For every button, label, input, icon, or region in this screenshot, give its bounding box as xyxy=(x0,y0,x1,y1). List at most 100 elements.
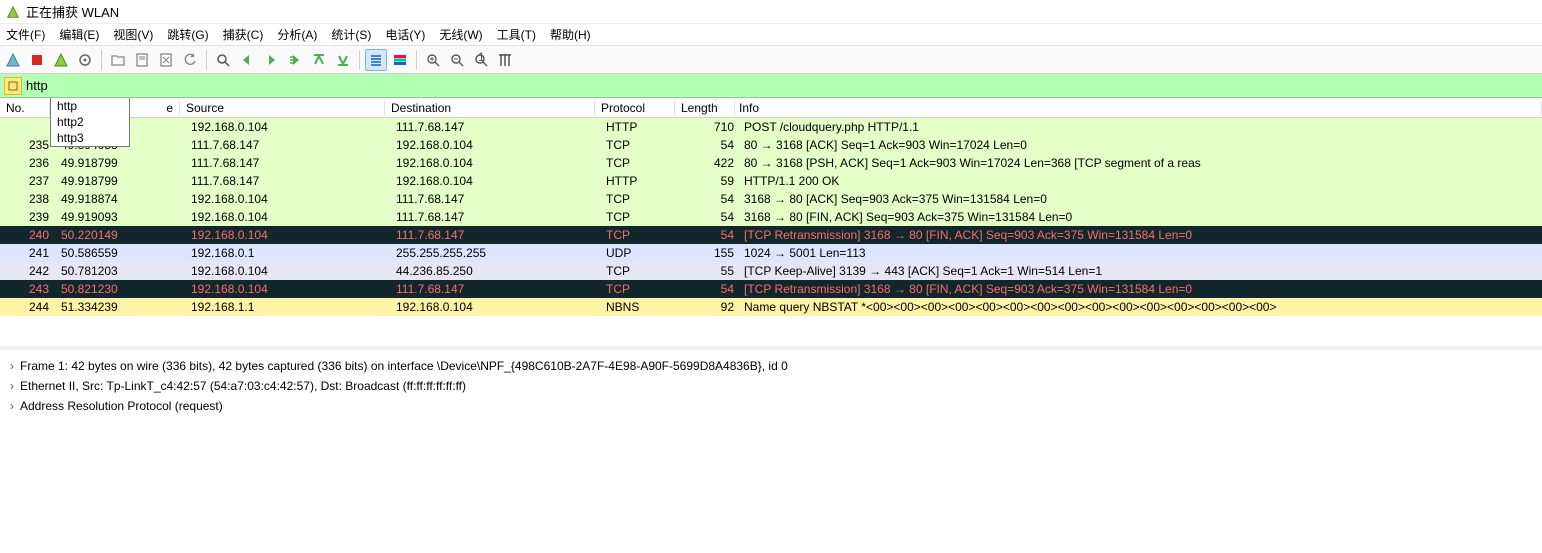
detail-row[interactable]: › Frame 1: 42 bytes on wire (336 bits), … xyxy=(4,356,1538,376)
open-file-button[interactable] xyxy=(107,49,129,71)
col-head-length[interactable]: Length xyxy=(675,101,735,115)
col-head-source[interactable]: Source xyxy=(180,101,385,115)
cell-info: 3168 → 80 [FIN, ACK] Seq=903 Ack=375 Win… xyxy=(740,210,1542,224)
packet-row[interactable]: 24350.821230192.168.0.104111.7.68.147TCP… xyxy=(0,280,1542,298)
packet-row[interactable]: 24451.334239192.168.1.1192.168.0.104NBNS… xyxy=(0,298,1542,316)
cell-destination: 192.168.0.104 xyxy=(390,174,600,188)
zoom-in-button[interactable] xyxy=(422,49,444,71)
cell-destination: 111.7.68.147 xyxy=(390,282,600,296)
cell-no: 236 xyxy=(0,156,55,170)
cell-no: 242 xyxy=(0,264,55,278)
cell-time: 50.220149 xyxy=(55,228,185,242)
col-head-protocol[interactable]: Protocol xyxy=(595,101,675,115)
cell-no: 240 xyxy=(0,228,55,242)
packet-row[interactable]: 23849.918874192.168.0.104111.7.68.147TCP… xyxy=(0,190,1542,208)
cell-destination: 192.168.0.104 xyxy=(390,300,600,314)
cell-info: 3168 → 80 [ACK] Seq=903 Ack=375 Win=1315… xyxy=(740,192,1542,206)
find-button[interactable] xyxy=(212,49,234,71)
packet-row[interactable]: 844575192.168.0.104111.7.68.147HTTP710PO… xyxy=(0,118,1542,136)
menu-view[interactable]: 视图(V) xyxy=(113,26,153,43)
menu-go[interactable]: 跳转(G) xyxy=(167,26,208,43)
separator xyxy=(206,50,207,70)
cell-info: [TCP Retransmission] 3168 → 80 [FIN, ACK… xyxy=(740,282,1542,296)
chevron-right-icon[interactable]: › xyxy=(4,379,20,393)
filter-suggestion[interactable]: http xyxy=(51,98,129,114)
filter-suggestion[interactable]: http2 xyxy=(51,114,129,130)
zoom-out-button[interactable] xyxy=(446,49,468,71)
cell-time: 50.781203 xyxy=(55,264,185,278)
go-back-button[interactable] xyxy=(236,49,258,71)
menu-analyze[interactable]: 分析(A) xyxy=(277,26,317,43)
col-head-info[interactable]: Info xyxy=(735,101,1542,115)
packet-row[interactable]: 24250.781203192.168.0.10444.236.85.250TC… xyxy=(0,262,1542,280)
capture-options-button[interactable] xyxy=(74,49,96,71)
cell-protocol: TCP xyxy=(600,264,680,278)
cell-destination: 255.255.255.255 xyxy=(390,246,600,260)
cell-length: 55 xyxy=(680,264,740,278)
window-title: 正在捕获 WLAN xyxy=(26,2,119,21)
menu-edit[interactable]: 编辑(E) xyxy=(59,26,99,43)
cell-source: 111.7.68.147 xyxy=(185,156,390,170)
col-head-no[interactable]: No. xyxy=(0,101,50,115)
colorize-button[interactable] xyxy=(389,49,411,71)
resize-columns-button[interactable] xyxy=(494,49,516,71)
menu-help[interactable]: 帮助(H) xyxy=(550,26,591,43)
detail-row[interactable]: › Ethernet II, Src: Tp-LinkT_c4:42:57 (5… xyxy=(4,376,1538,396)
cell-destination: 111.7.68.147 xyxy=(390,120,600,134)
packet-row[interactable]: 23649.918799111.7.68.147192.168.0.104TCP… xyxy=(0,154,1542,172)
cell-source: 111.7.68.147 xyxy=(185,174,390,188)
cell-length: 59 xyxy=(680,174,740,188)
cell-info: [TCP Keep-Alive] 3139 → 443 [ACK] Seq=1 … xyxy=(740,264,1542,278)
cell-protocol: HTTP xyxy=(600,174,680,188)
autoscroll-button[interactable] xyxy=(365,49,387,71)
app-icon xyxy=(6,5,20,19)
cell-protocol: NBNS xyxy=(600,300,680,314)
bookmark-filter-icon[interactable] xyxy=(4,77,22,95)
chevron-right-icon[interactable]: › xyxy=(4,359,20,373)
cell-source: 192.168.0.104 xyxy=(185,120,390,134)
separator xyxy=(416,50,417,70)
col-head-destination[interactable]: Destination xyxy=(385,101,595,115)
cell-source: 111.7.68.147 xyxy=(185,138,390,152)
cell-destination: 111.7.68.147 xyxy=(390,192,600,206)
menu-wireless[interactable]: 无线(W) xyxy=(439,26,482,43)
packet-row[interactable]: 23749.918799111.7.68.147192.168.0.104HTT… xyxy=(0,172,1542,190)
go-last-button[interactable] xyxy=(332,49,354,71)
cell-protocol: TCP xyxy=(600,228,680,242)
menu-file[interactable]: 文件(F) xyxy=(6,26,45,43)
start-capture-button[interactable] xyxy=(2,49,24,71)
menu-telephony[interactable]: 电话(Y) xyxy=(385,26,425,43)
go-to-packet-button[interactable] xyxy=(284,49,306,71)
cell-protocol: TCP xyxy=(600,138,680,152)
display-filter-input[interactable] xyxy=(26,74,1542,97)
chevron-right-icon[interactable]: › xyxy=(4,399,20,413)
cell-no: 239 xyxy=(0,210,55,224)
packet-row[interactable]: 24050.220149192.168.0.104111.7.68.147TCP… xyxy=(0,226,1542,244)
cell-info: [TCP Retransmission] 3168 → 80 [FIN, ACK… xyxy=(740,228,1542,242)
cell-destination: 111.7.68.147 xyxy=(390,210,600,224)
go-forward-button[interactable] xyxy=(260,49,282,71)
packet-row[interactable]: 23949.919093192.168.0.104111.7.68.147TCP… xyxy=(0,208,1542,226)
menu-capture[interactable]: 捕获(C) xyxy=(223,26,264,43)
stop-capture-button[interactable] xyxy=(26,49,48,71)
cell-no: 241 xyxy=(0,246,55,260)
cell-destination: 192.168.0.104 xyxy=(390,156,600,170)
detail-row[interactable]: › Address Resolution Protocol (request) xyxy=(4,396,1538,416)
zoom-reset-button[interactable]: 1 xyxy=(470,49,492,71)
go-first-button[interactable] xyxy=(308,49,330,71)
restart-capture-button[interactable] xyxy=(50,49,72,71)
packet-row[interactable]: 24150.586559192.168.0.1255.255.255.255UD… xyxy=(0,244,1542,262)
cell-no: 243 xyxy=(0,282,55,296)
reload-button[interactable] xyxy=(179,49,201,71)
packet-list[interactable]: 844575192.168.0.104111.7.68.147HTTP710PO… xyxy=(0,118,1542,316)
close-file-button[interactable] xyxy=(155,49,177,71)
save-file-button[interactable] xyxy=(131,49,153,71)
packet-details[interactable]: › Frame 1: 42 bytes on wire (336 bits), … xyxy=(0,346,1542,422)
menu-stats[interactable]: 统计(S) xyxy=(331,26,371,43)
cell-source: 192.168.0.104 xyxy=(185,264,390,278)
cell-length: 54 xyxy=(680,228,740,242)
menu-tools[interactable]: 工具(T) xyxy=(497,26,536,43)
filter-suggestion[interactable]: http3 xyxy=(51,130,129,146)
packet-row[interactable]: 23549.894058111.7.68.147192.168.0.104TCP… xyxy=(0,136,1542,154)
cell-length: 710 xyxy=(680,120,740,134)
